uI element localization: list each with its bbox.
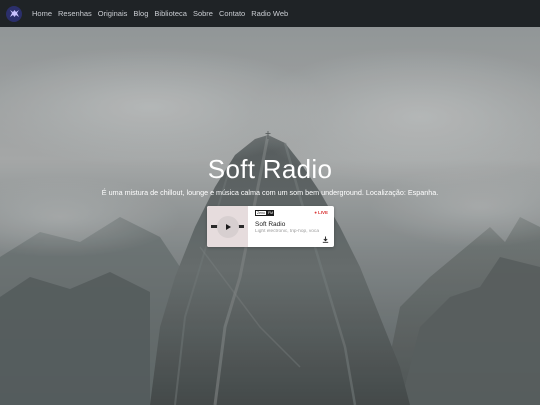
logo-icon [9, 10, 19, 17]
zeno-fm-badge[interactable]: Zeno FM [255, 210, 275, 216]
play-icon [225, 223, 231, 230]
player-info: Zeno FM ● LIVE Soft Radio Light electron… [248, 206, 334, 247]
hero-section: Soft Radio É uma mistura de chillout, lo… [0, 27, 540, 405]
download-icon[interactable] [322, 236, 329, 243]
live-indicator: ● LIVE [314, 210, 328, 215]
nav-link-home[interactable]: Home [32, 9, 52, 18]
radio-player-widget: Zeno FM ● LIVE Soft Radio Light electron… [207, 206, 334, 247]
site-logo[interactable] [6, 5, 22, 22]
nav-link-radio-web[interactable]: Radio Web [251, 9, 288, 18]
badge-left-text: Zeno [255, 210, 267, 216]
nav-link-resenhas[interactable]: Resenhas [58, 9, 92, 18]
hero-title: Soft Radio [207, 154, 333, 184]
nav-link-blog[interactable]: Blog [133, 9, 148, 18]
play-button[interactable] [216, 215, 239, 238]
top-navbar: Home Resenhas Originais Blog Biblioteca … [0, 0, 540, 27]
nav-link-contato[interactable]: Contato [219, 9, 245, 18]
main-nav: Home Resenhas Originais Blog Biblioteca … [32, 9, 288, 18]
station-description: Light electronic, trip-hop, voca [255, 229, 319, 234]
nav-link-originais[interactable]: Originais [98, 9, 128, 18]
station-name: Soft Radio [255, 221, 286, 228]
badge-right-text: FM [266, 210, 275, 216]
nav-link-sobre[interactable]: Sobre [193, 9, 213, 18]
live-label: LIVE [317, 210, 328, 215]
station-artwork [207, 206, 248, 247]
nav-link-biblioteca[interactable]: Biblioteca [154, 9, 187, 18]
live-dot-icon: ● [314, 210, 317, 215]
hero-subtitle: É uma mistura de chillout, lounge e músi… [101, 188, 439, 197]
